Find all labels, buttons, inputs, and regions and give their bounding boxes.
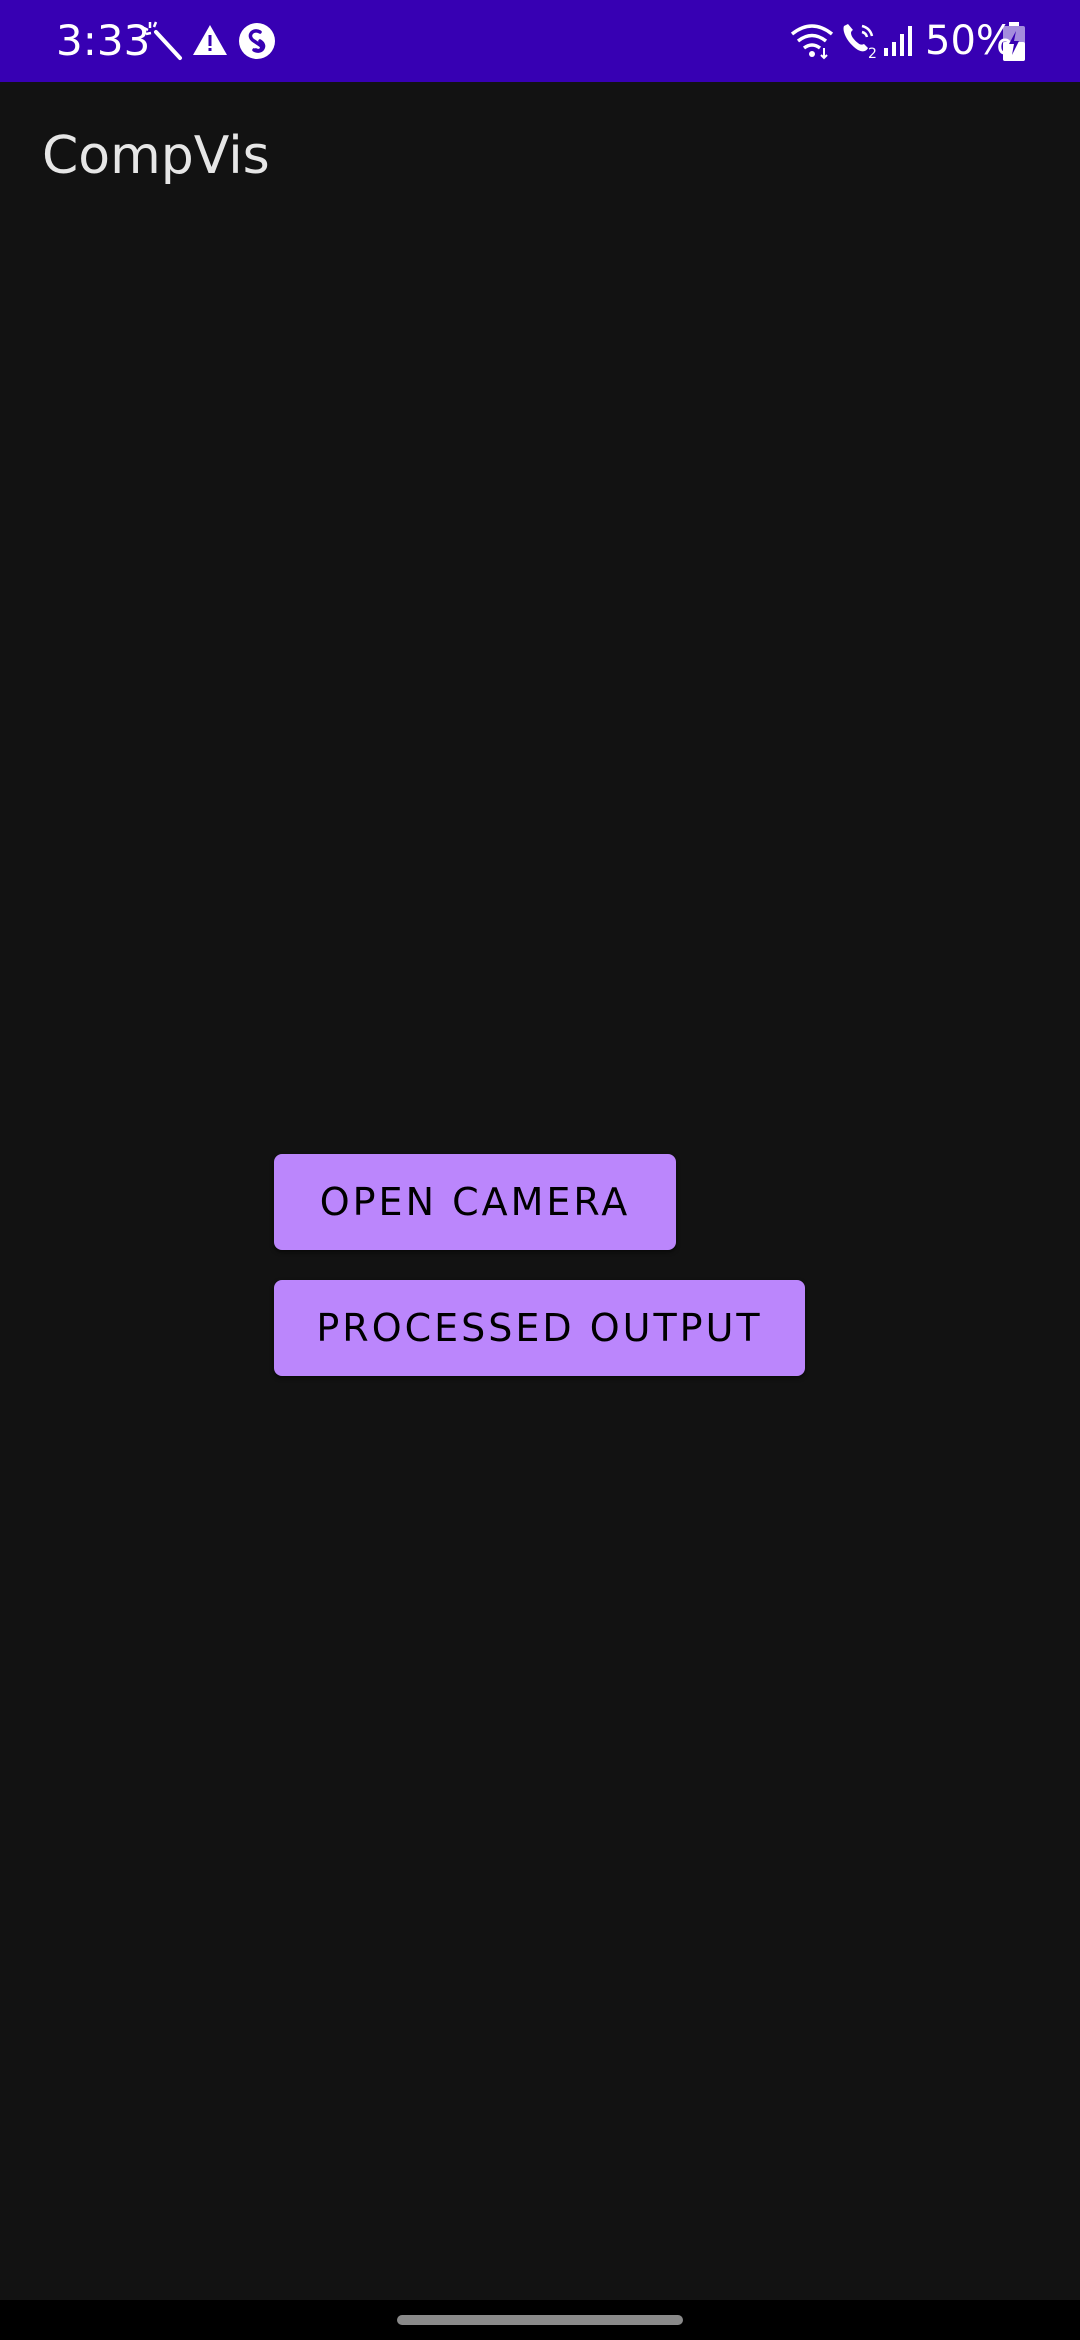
- processed-output-label: PROCESSED OUTPUT: [316, 1306, 763, 1350]
- processed-output-button[interactable]: PROCESSED OUTPUT: [274, 1280, 805, 1376]
- signal-icon: [884, 26, 912, 56]
- screen: 3:33 2 50% CompVis OPEN CAMERA PROCESSED…: [0, 0, 1080, 2340]
- warning-icon: [193, 25, 227, 55]
- sim-number: 2: [868, 46, 877, 60]
- app-title: CompVis: [42, 126, 270, 186]
- open-camera-label: OPEN CAMERA: [319, 1180, 631, 1224]
- status-bar: 3:33 2 50%: [0, 0, 1080, 82]
- open-camera-button[interactable]: OPEN CAMERA: [274, 1154, 676, 1250]
- navigation-bar: [0, 2300, 1080, 2340]
- app-bar: CompVis: [0, 82, 1080, 236]
- battery-charging-icon: [1003, 22, 1025, 61]
- wifi-icon: [790, 24, 834, 60]
- shazam-icon: [239, 23, 275, 59]
- status-time: 3:33: [56, 16, 151, 65]
- magic-wand-icon: [144, 21, 182, 60]
- home-gesture-handle[interactable]: [397, 2315, 683, 2325]
- battery-percentage: 50%: [925, 18, 1014, 64]
- wifi-calling-icon: 2: [843, 24, 877, 60]
